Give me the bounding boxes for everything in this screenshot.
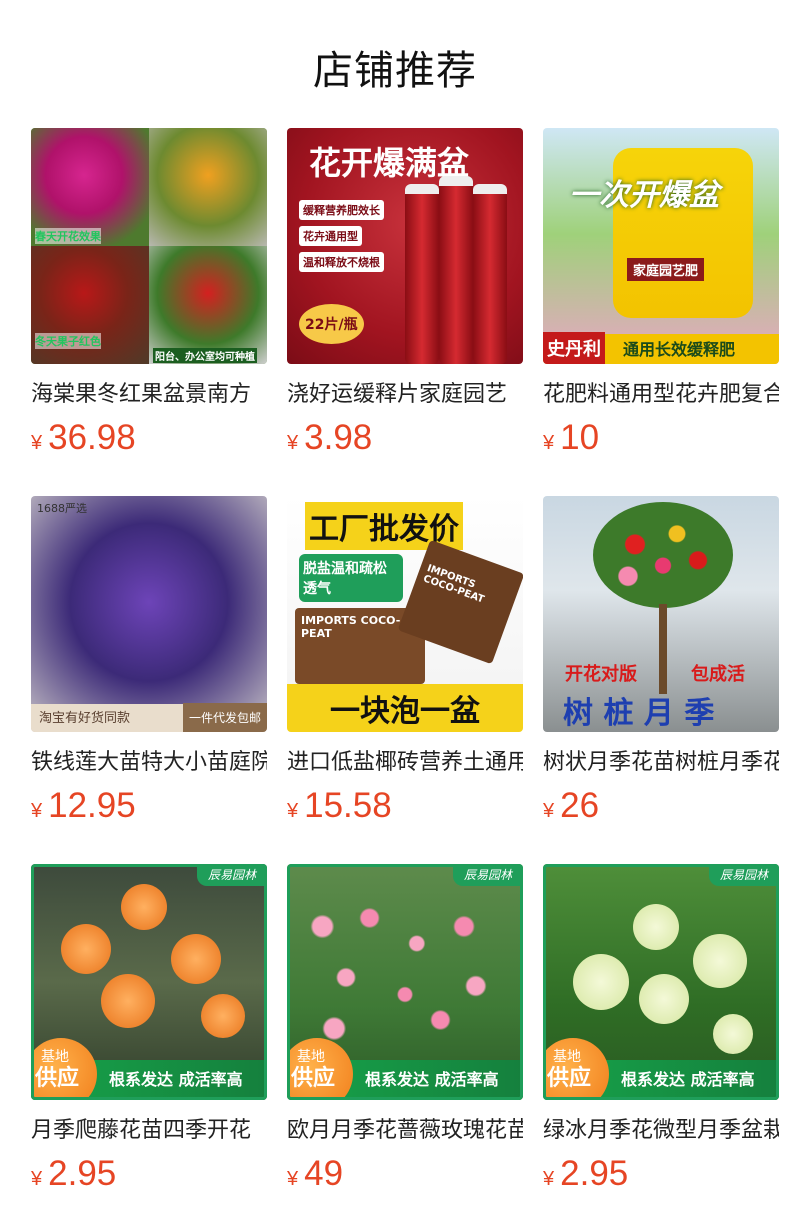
product-card[interactable]: 工厂批发价 脱盐温和疏松透气 IMPORTS COCO-PEAT IMPORTS…: [287, 496, 523, 825]
overlay-line2: 树 桩 月 季: [563, 696, 715, 731]
price-value: 10: [560, 418, 600, 457]
corner-tag: 辰易园林: [453, 864, 523, 886]
product-price: ¥12.95: [31, 786, 136, 826]
overlay-circle-bottom: 供应: [547, 1066, 592, 1091]
product-image[interactable]: 工厂批发价 脱盐温和疏松透气 IMPORTS COCO-PEAT IMPORTS…: [287, 496, 523, 732]
currency-symbol: ¥: [31, 1168, 43, 1190]
product-price: ¥36.98: [31, 418, 136, 458]
bottle: [405, 184, 439, 364]
overlay-line1b: 包成活: [691, 664, 745, 685]
product-image[interactable]: 花开爆满盆 缓释营养肥效长 花卉通用型 温和释放不烧根 22片/瓶: [287, 128, 523, 364]
overlay-slogan: 通用长效缓释肥: [623, 340, 736, 359]
overlay-bar: 根系发达 成活率高: [621, 1070, 755, 1089]
overlay-circle-bottom: 供应: [291, 1066, 336, 1091]
currency-symbol: ¥: [543, 800, 555, 822]
overlay-tag-top: 1688严选: [37, 502, 87, 515]
overlay-headline: 一次开爆盆: [569, 178, 719, 213]
overlay-bottom: 阳台、办公室均可种植: [153, 348, 257, 363]
overlay-badge: 22片/瓶: [299, 304, 364, 344]
currency-symbol: ¥: [287, 800, 299, 822]
product-price: ¥10: [543, 418, 599, 458]
product-price: ¥49: [287, 1154, 343, 1194]
product-name[interactable]: 浇好运缓释片家庭园艺: [287, 380, 523, 410]
price-value: 12.95: [48, 786, 136, 825]
currency-symbol: ¥: [543, 1168, 555, 1190]
currency-symbol: ¥: [31, 432, 43, 454]
currency-symbol: ¥: [287, 432, 299, 454]
product-name[interactable]: 铁线莲大苗特大小苗庭院: [31, 748, 267, 778]
rose-trunk: [659, 604, 667, 694]
product-name[interactable]: 树状月季花苗树桩月季花: [543, 748, 779, 778]
product-image[interactable]: 根系发达 成活率高 基地 供应 辰易园林: [31, 864, 267, 1100]
rose-bloom: [573, 954, 629, 1010]
rose-bloom: [171, 934, 221, 984]
overlay-caption-b: 冬天果子红色: [35, 333, 101, 349]
product-name[interactable]: 花肥料通用型花卉肥复合: [543, 380, 779, 410]
price-value: 36.98: [48, 418, 136, 457]
corner-tag: 辰易园林: [197, 864, 267, 886]
bottle: [439, 176, 473, 364]
bottle: [473, 184, 507, 364]
product-card[interactable]: 一次开爆盆 家庭园艺肥 史丹利 通用长效缓释肥 花肥料通用型花卉肥复合 ¥10: [543, 128, 779, 457]
rose-bloom: [101, 974, 155, 1028]
product-image[interactable]: 春天开花效果 冬天果子红色 阳台、办公室均可种植: [31, 128, 267, 364]
rose-bloom: [121, 884, 167, 930]
overlay-brand: 史丹利: [543, 332, 605, 364]
rose-bloom: [639, 974, 689, 1024]
price-value: 26: [560, 786, 600, 825]
rose-bloom: [713, 1014, 753, 1054]
rose-crown: [593, 502, 733, 608]
product-image[interactable]: 1688严选 淘宝有好货同款 一件代发包邮: [31, 496, 267, 732]
corner-tag: 辰易园林: [709, 864, 779, 886]
product-price: ¥2.95: [543, 1154, 628, 1194]
price-value: 2.95: [560, 1154, 629, 1193]
overlay-line2: 花卉通用型: [299, 226, 362, 246]
product-image[interactable]: 根系发达 成活率高 基地 供应 辰易园林: [287, 864, 523, 1100]
product-card[interactable]: 根系发达 成活率高 基地 供应 辰易园林 欧月月季花蔷薇玫瑰花苗 ¥49: [287, 864, 523, 1193]
overlay-line1a: 开花对版: [565, 664, 637, 685]
price-value: 2.95: [48, 1154, 117, 1193]
product-name[interactable]: 进口低盐椰砖营养土通用: [287, 748, 523, 778]
product-card[interactable]: 根系发达 成活率高 基地 供应 辰易园林 月季爬藤花苗四季开花 ¥2.95: [31, 864, 267, 1193]
overlay-circle-bottom: 供应: [35, 1066, 80, 1091]
overlay-line1: 缓释营养肥效长: [299, 200, 384, 220]
product-name[interactable]: 月季爬藤花苗四季开花: [31, 1116, 267, 1146]
product-name[interactable]: 绿冰月季花微型月季盆栽: [543, 1116, 779, 1146]
product-price: ¥26: [543, 786, 599, 826]
overlay-bar: 根系发达 成活率高: [365, 1070, 499, 1089]
overlay-jar-label: 家庭园艺肥: [627, 258, 705, 281]
product-card[interactable]: 根系发达 成活率高 基地 供应 辰易园林 绿冰月季花微型月季盆栽 ¥2.95: [543, 864, 779, 1193]
product-price: ¥15.58: [287, 786, 392, 826]
overlay-bottom: 一块泡一盆: [287, 684, 523, 732]
currency-symbol: ¥: [31, 800, 43, 822]
price-value: 15.58: [304, 786, 392, 825]
overlay-bottom-right: 一件代发包邮: [182, 703, 267, 732]
overlay-bottom-left: 淘宝有好货同款: [39, 711, 131, 726]
product-card[interactable]: 春天开花效果 冬天果子红色 阳台、办公室均可种植 海棠果冬红果盆景南方 ¥36.…: [31, 128, 267, 457]
price-value: 49: [304, 1154, 344, 1193]
product-price: ¥3.98: [287, 418, 372, 458]
product-card[interactable]: 开花对版 包成活 树 桩 月 季 树状月季花苗树桩月季花 ¥26: [543, 496, 779, 825]
overlay-bar: 根系发达 成活率高: [109, 1070, 243, 1089]
rose-bloom: [61, 924, 111, 974]
price-value: 3.98: [304, 418, 373, 457]
currency-symbol: ¥: [287, 1168, 299, 1190]
product-image[interactable]: 一次开爆盆 家庭园艺肥 史丹利 通用长效缓释肥: [543, 128, 779, 364]
product-price: ¥2.95: [31, 1154, 116, 1194]
rose-bloom: [693, 934, 747, 988]
rose-bush: [287, 884, 523, 1054]
rose-bloom: [201, 994, 245, 1038]
product-card[interactable]: 花开爆满盆 缓释营养肥效长 花卉通用型 温和释放不烧根 22片/瓶 浇好运缓释片…: [287, 128, 523, 457]
currency-symbol: ¥: [543, 432, 555, 454]
product-card[interactable]: 1688严选 淘宝有好货同款 一件代发包邮 铁线莲大苗特大小苗庭院 ¥12.95: [31, 496, 267, 825]
product-image[interactable]: 开花对版 包成活 树 桩 月 季: [543, 496, 779, 732]
overlay-feature: 脱盐温和疏松透气: [299, 554, 403, 602]
overlay-line3: 温和释放不烧根: [299, 252, 384, 272]
page-title: 店铺推荐: [313, 48, 477, 94]
rose-bloom: [633, 904, 679, 950]
product-name[interactable]: 欧月月季花蔷薇玫瑰花苗: [287, 1116, 523, 1146]
product-image[interactable]: 根系发达 成活率高 基地 供应 辰易园林: [543, 864, 779, 1100]
product-name[interactable]: 海棠果冬红果盆景南方: [31, 380, 267, 410]
overlay-caption-a: 春天开花效果: [35, 228, 101, 244]
